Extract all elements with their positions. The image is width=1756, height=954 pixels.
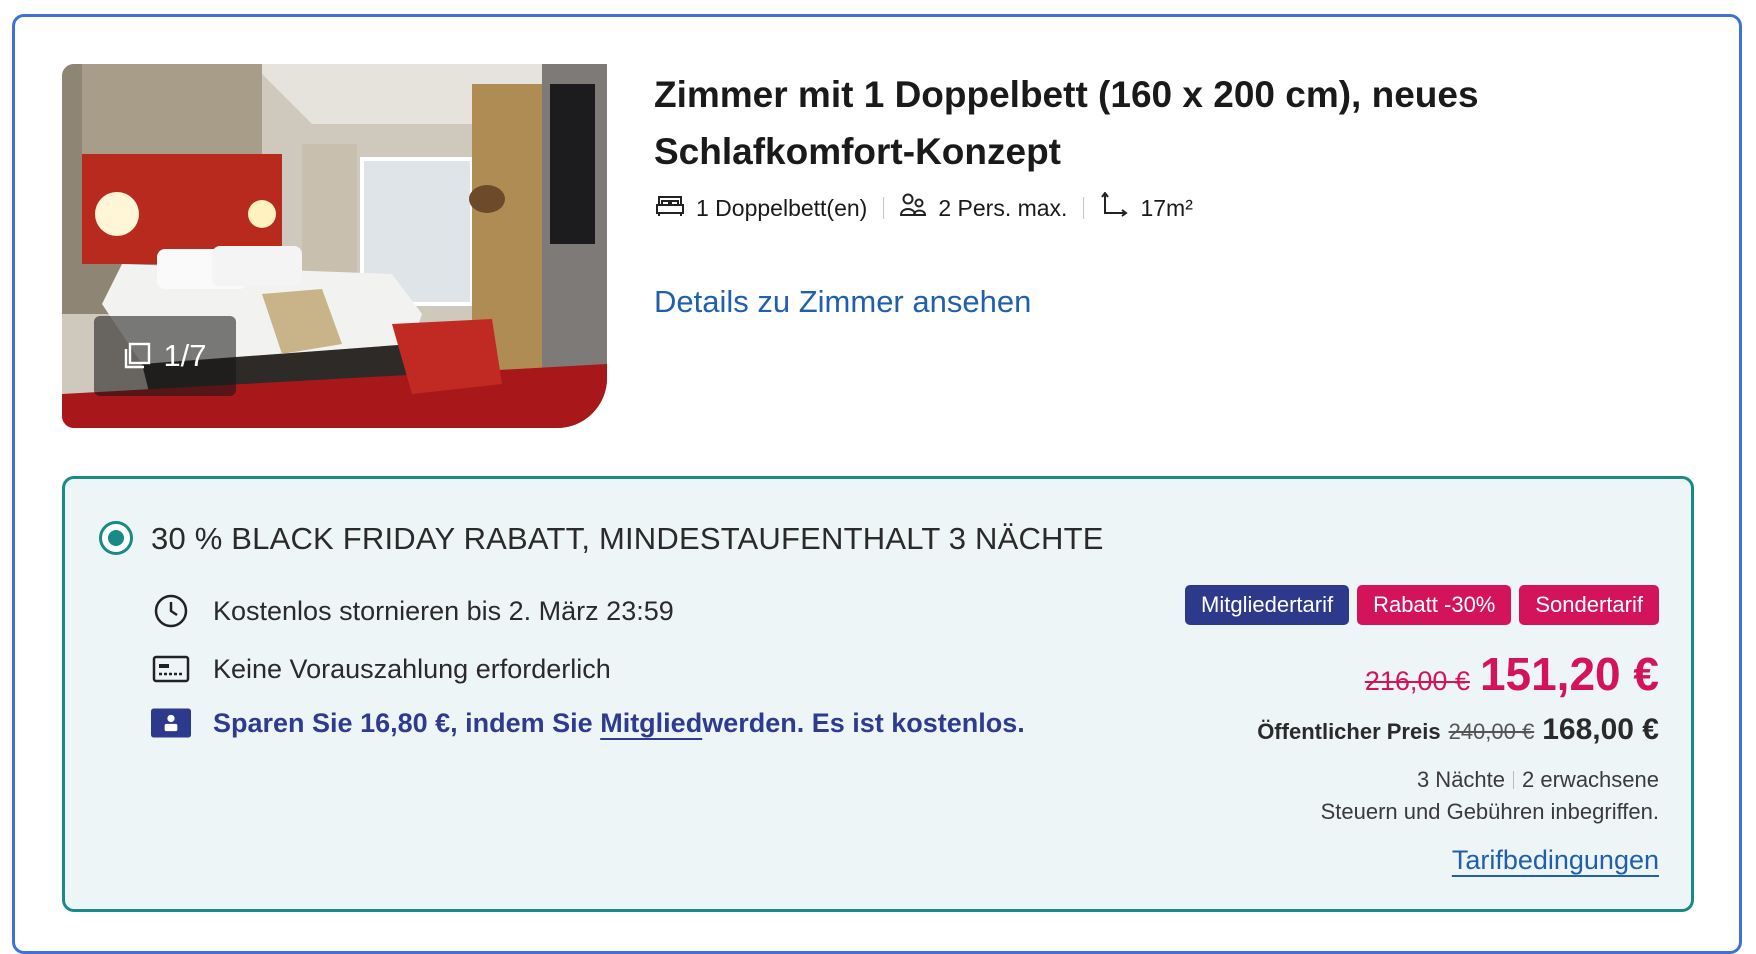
- nights-count: 3 Nächte: [1416, 767, 1506, 792]
- tax-note: Steuern und Gebühren inbegriffen.: [1320, 799, 1659, 824]
- room-title: Zimmer mit 1 Doppelbett (160 x 200 cm), …: [654, 74, 1479, 172]
- feature-capacity: 2 Pers. max.: [900, 193, 1067, 223]
- prepayment-text: Keine Vorauszahlung erforderlich: [213, 653, 611, 684]
- public-price-label: Öffentlicher Preis: [1257, 719, 1441, 744]
- tariff-conditions-link[interactable]: Tarifbedingungen: [1452, 845, 1659, 876]
- member-icon: [151, 703, 191, 743]
- guests-count: 2 erwachsene: [1522, 767, 1659, 792]
- public-price-row: Öffentlicher Preis 240,00 € 168,00 €: [1257, 713, 1659, 747]
- room-details-link[interactable]: Details zu Zimmer ansehen: [654, 284, 1031, 320]
- member-savings-suffix: werden. Es ist kostenlos.: [702, 707, 1025, 738]
- bed-icon: [656, 193, 684, 223]
- feature-bed: 1 Doppelbett(en): [656, 193, 867, 223]
- badge-member-rate: Mitgliedertarif: [1185, 585, 1350, 625]
- people-icon: [900, 193, 927, 223]
- rate-radio-selected[interactable]: [99, 521, 133, 555]
- member-price: 151,20 €: [1479, 648, 1659, 700]
- divider: [883, 197, 885, 219]
- public-price: 168,00 €: [1542, 713, 1659, 746]
- rate-offer[interactable]: 30 % BLACK FRIDAY RABATT, MINDESTAUFENTH…: [62, 476, 1694, 912]
- cancellation-text: Kostenlos stornieren bis 2. März 23:59: [213, 595, 674, 626]
- member-savings-text: Sparen Sie 16,80 €, indem Sie: [213, 707, 601, 738]
- member-price-row: 216,00 € 151,20 €: [1365, 647, 1659, 701]
- divider: [1083, 197, 1085, 219]
- badge-special-rate: Sondertarif: [1519, 585, 1659, 625]
- public-old-price: 240,00 €: [1448, 719, 1535, 744]
- rate-badges: Mitgliedertarif Rabatt -30% Sondertarif: [1185, 585, 1659, 625]
- rate-title: 30 % BLACK FRIDAY RABATT, MINDESTAUFENTH…: [151, 521, 1104, 556]
- feature-area-label: 17m²: [1140, 194, 1193, 221]
- feature-area: 17m²: [1100, 191, 1193, 224]
- payment-card-icon: [151, 649, 191, 689]
- stay-summary: 3 Nächte 2 erwachsene: [1417, 767, 1659, 793]
- gallery-icon: [123, 342, 151, 370]
- prepayment-row: Keine Vorauszahlung erforderlich: [151, 649, 611, 689]
- old-price: 216,00 €: [1364, 666, 1470, 696]
- photo-counter[interactable]: 1/7: [94, 316, 236, 396]
- badge-discount: Rabatt -30%: [1357, 585, 1512, 625]
- clock-icon: [151, 591, 191, 631]
- area-icon: [1100, 191, 1129, 224]
- feature-bed-label: 1 Doppelbett(en): [696, 194, 868, 221]
- room-features: 1 Doppelbett(en) 2 Pers. max. 17m²: [656, 191, 1193, 224]
- member-link[interactable]: Mitglied: [600, 708, 702, 738]
- cancellation-row: Kostenlos stornieren bis 2. März 23:59: [151, 591, 674, 631]
- photo-counter-text: 1/7: [163, 338, 207, 373]
- divider: [1513, 771, 1515, 789]
- member-savings-row: Sparen Sie 16,80 €, indem Sie Mitgliedwe…: [151, 703, 1025, 743]
- feature-capacity-label: 2 Pers. max.: [938, 194, 1068, 221]
